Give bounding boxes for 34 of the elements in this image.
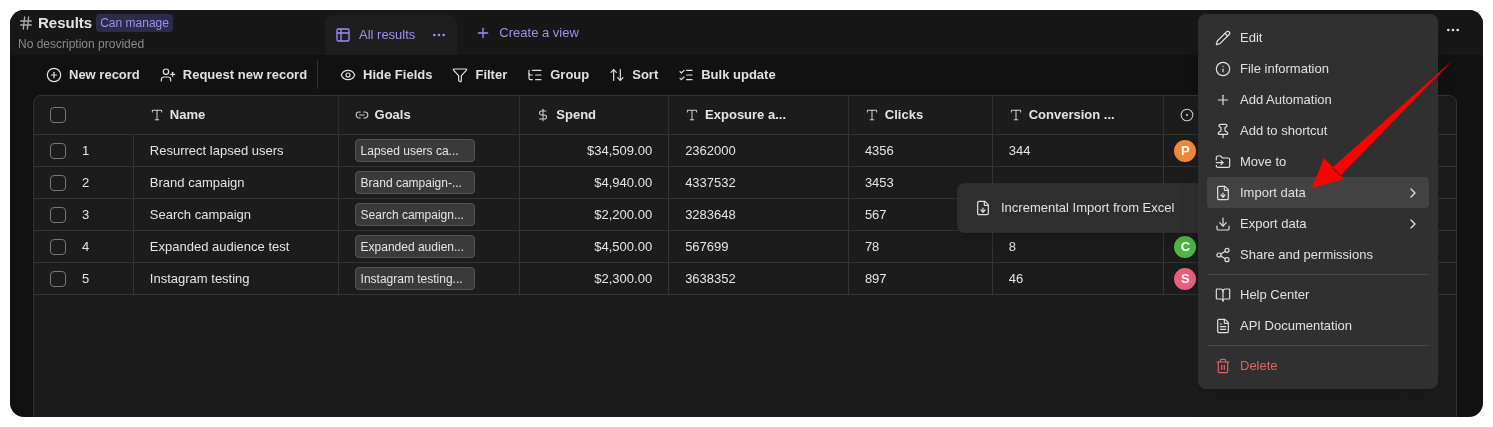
table-cell-text: 567699: [685, 237, 729, 256]
table-cell-text: $2,200.00: [594, 205, 653, 224]
status-tag: S: [1174, 267, 1197, 290]
table-cell-text: 4356: [864, 141, 894, 160]
table-cell-text: $34,509.00: [587, 141, 653, 160]
table-cell-text: 3638352: [685, 269, 736, 288]
table-cell-text: 3283648: [685, 205, 736, 224]
status-tag: C: [1174, 235, 1197, 258]
row-number: 5: [82, 269, 90, 288]
table-cell-text: 344: [1008, 141, 1031, 160]
permission-badge: Can manage: [96, 14, 173, 33]
row-number: 4: [82, 237, 90, 256]
row-number: 3: [82, 205, 90, 224]
table-cell-text: Expanded audience test: [149, 237, 290, 256]
table-cell-text: $4,940.00: [594, 173, 653, 192]
table-cell-text: 46: [1008, 269, 1024, 288]
table-cell-text: 78: [864, 237, 880, 256]
row-number: 1: [82, 141, 90, 160]
table-cell-text: Resurrect lapsed users: [149, 141, 284, 160]
table-cell-text: $2,300.00: [594, 269, 653, 288]
table-cell-text: $4,500.00: [594, 237, 653, 256]
table-description: No description provided: [18, 35, 146, 53]
table-cell-text: 2362000: [685, 141, 736, 160]
table-cell-text: 567: [864, 205, 887, 224]
table-cell-text: 3453: [864, 173, 894, 192]
table-title: Results: [38, 13, 93, 33]
table-cell-text: 8: [1008, 237, 1016, 256]
table-cell-text: 897: [864, 269, 887, 288]
table-cell-text: 4337532: [685, 173, 736, 192]
table-cell-text: Search campaign: [149, 205, 252, 224]
row-number: 2: [82, 173, 90, 192]
table-cell-text: Brand campaign: [149, 173, 245, 192]
status-tag: P: [1174, 139, 1197, 162]
table-cell-text: Instagram testing: [149, 269, 250, 288]
